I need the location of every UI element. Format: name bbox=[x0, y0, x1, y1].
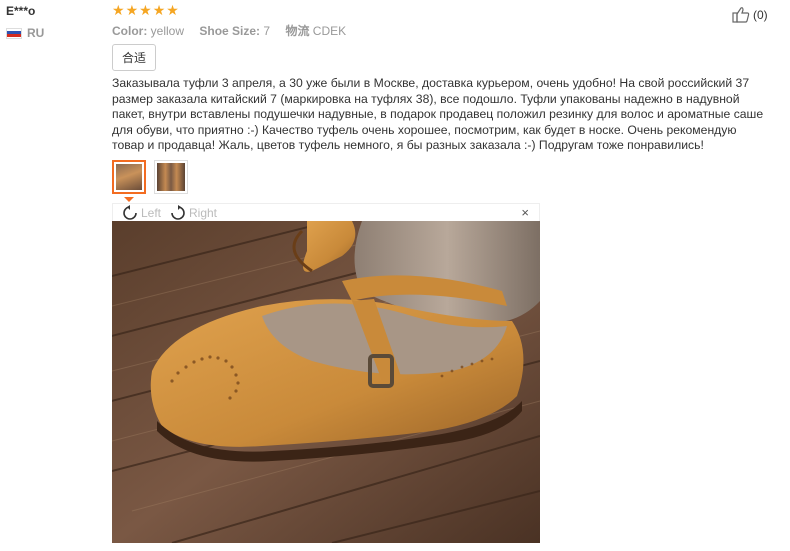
star-icon: ★ bbox=[125, 2, 139, 18]
star-icon: ★ bbox=[139, 2, 152, 18]
star-icon: ★ bbox=[112, 2, 125, 18]
star-icon: ★ bbox=[152, 2, 166, 18]
attr-label: Shoe Size: bbox=[199, 24, 261, 38]
review-photo bbox=[112, 221, 540, 543]
photo-thumbnail[interactable] bbox=[112, 160, 146, 194]
rotate-right-icon bbox=[171, 205, 185, 220]
close-viewer-button[interactable]: × bbox=[521, 205, 529, 220]
rotate-left-button[interactable]: Left bbox=[121, 205, 161, 221]
russia-flag-icon bbox=[6, 27, 22, 39]
rotate-right-label: Right bbox=[189, 206, 218, 220]
rotate-left-label: Left bbox=[141, 206, 162, 220]
rotate-left-icon bbox=[123, 205, 137, 220]
review-tag: 合适 bbox=[112, 44, 157, 71]
reviewer-country: RU bbox=[6, 26, 96, 40]
rotate-right-button[interactable]: Right bbox=[169, 205, 217, 221]
review-text: Заказывала туфли 3 апреля, а 30 уже были… bbox=[112, 76, 764, 153]
order-attributes: Color: yellow Shoe Size: 7 物流 CDEK bbox=[112, 22, 358, 39]
attr-value: CDEK bbox=[312, 24, 347, 38]
photo-thumbnail[interactable] bbox=[154, 160, 188, 194]
helpful-button[interactable]: (0) bbox=[732, 6, 768, 23]
attr-value: yellow bbox=[150, 24, 185, 38]
country-code: RU bbox=[27, 26, 45, 40]
attr-value: 7 bbox=[263, 24, 271, 38]
helpful-count: (0) bbox=[753, 7, 768, 22]
review-thumbnails bbox=[112, 160, 188, 194]
star-icon: ★ bbox=[166, 2, 179, 18]
rating-stars: ★ ★ ★ ★ ★ bbox=[112, 3, 179, 17]
shoe-photo-image bbox=[112, 221, 540, 543]
thumbs-up-icon bbox=[732, 7, 750, 23]
reviewer-info: E***o RU bbox=[6, 4, 96, 40]
reviewer-name: E***o bbox=[6, 4, 36, 18]
active-thumb-caret bbox=[124, 197, 134, 202]
attr-label: 物流 bbox=[285, 24, 310, 38]
attr-label: Color: bbox=[112, 24, 148, 38]
photo-viewer-toolbar: Left Right × bbox=[112, 203, 540, 221]
